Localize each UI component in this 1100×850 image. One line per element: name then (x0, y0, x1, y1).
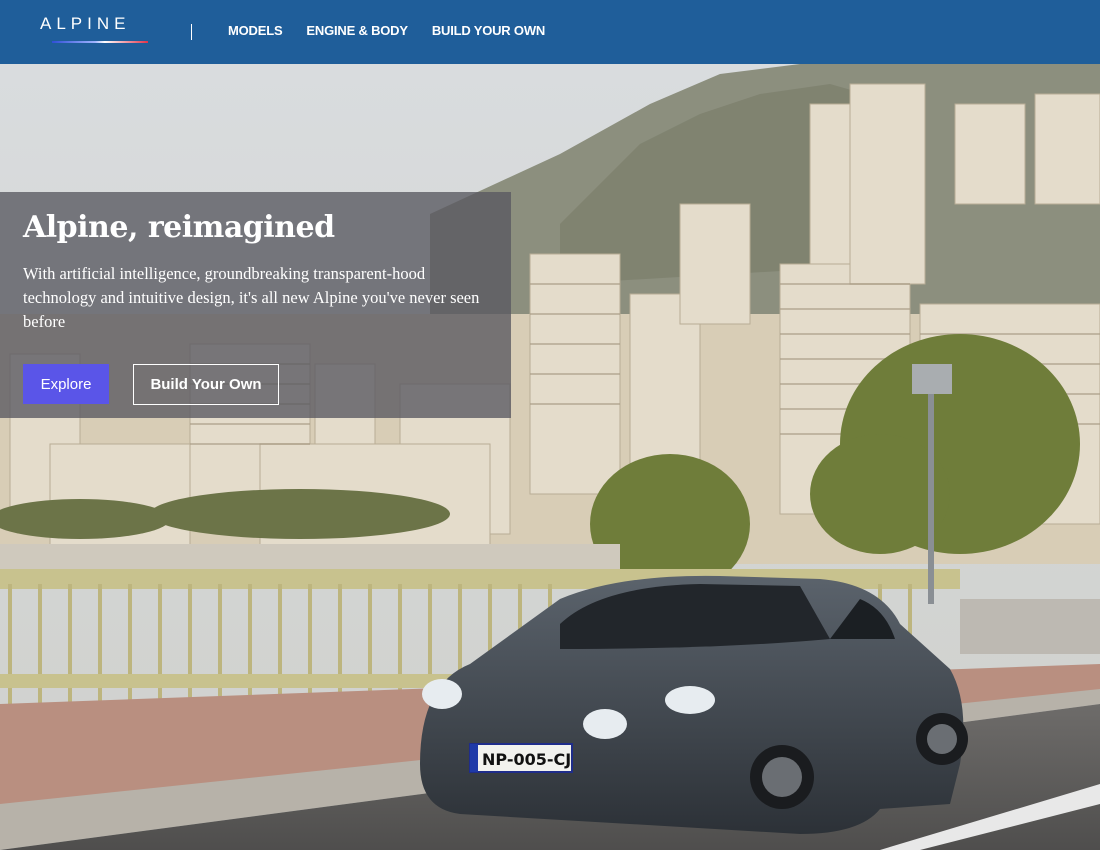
site-header: ALPINE MODELS ENGINE & BODY BUILD YOUR O… (0, 0, 1100, 64)
hero-title: Alpine, reimagined (23, 210, 335, 245)
hero-section: NP-005-CJ Alpine, reimagined With artifi… (0, 64, 1100, 850)
logo-tricolor-stripe (52, 41, 148, 43)
hero-background-image: NP-005-CJ (0, 64, 1100, 850)
hero-description: With artificial intelligence, groundbrea… (23, 264, 480, 331)
build-your-own-button[interactable]: Build Your Own (133, 364, 279, 405)
hero-panel: Alpine, reimagined With artificial intel… (0, 192, 511, 418)
nav-link-engine-body[interactable]: ENGINE & BODY (306, 22, 408, 40)
hero-button-row: Explore Build Your Own (23, 364, 279, 405)
explore-button[interactable]: Explore (23, 364, 109, 404)
main-nav: MODELS ENGINE & BODY BUILD YOUR OWN (228, 22, 545, 40)
svg-text:NP-005-CJ: NP-005-CJ (482, 750, 571, 769)
nav-link-build-your-own[interactable]: BUILD YOUR OWN (432, 22, 545, 40)
alpine-logo[interactable]: ALPINE (40, 15, 160, 45)
logo-wordmark: ALPINE (40, 14, 131, 33)
nav-link-models[interactable]: MODELS (228, 22, 283, 40)
nav-divider (191, 24, 192, 40)
